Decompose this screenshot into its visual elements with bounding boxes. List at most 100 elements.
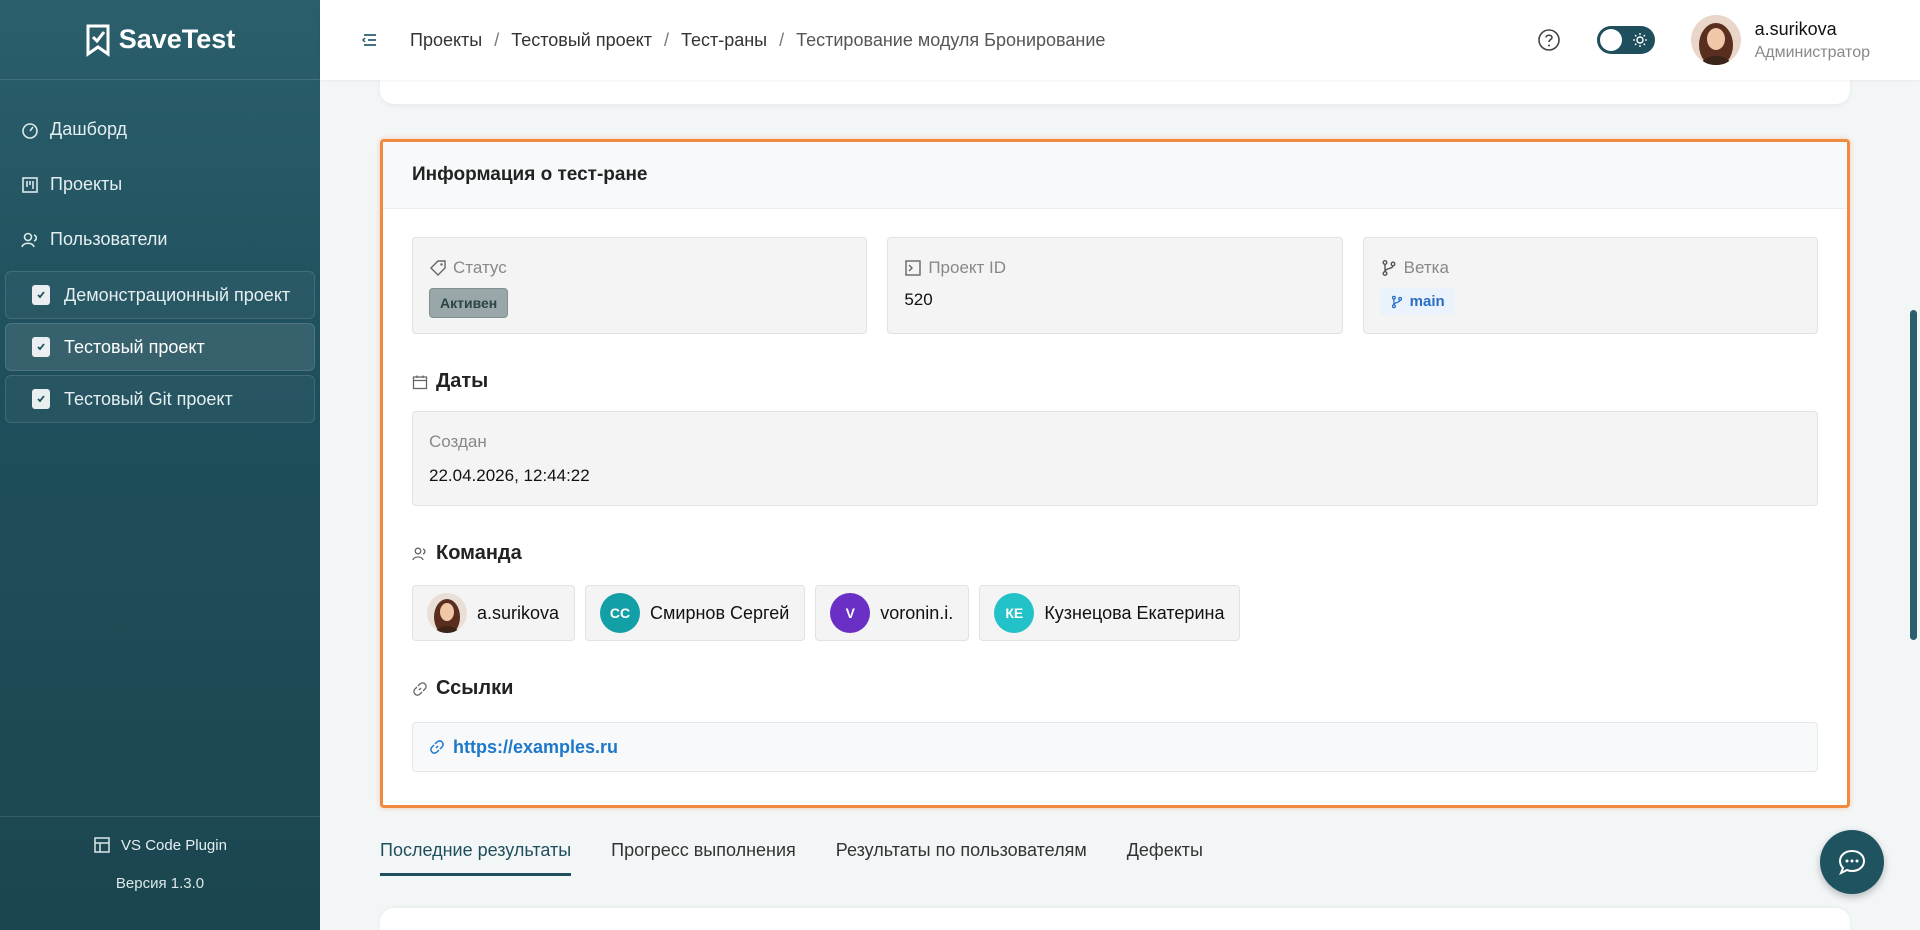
status-label-row: Статус bbox=[429, 258, 850, 278]
calendar-icon bbox=[412, 375, 428, 389]
projects-icon bbox=[22, 176, 38, 193]
help-icon[interactable] bbox=[1537, 28, 1561, 52]
breadcrumb: Проекты / Тестовый проект / Тест-раны / … bbox=[410, 30, 1105, 51]
dates-title: Даты bbox=[436, 370, 489, 392]
member-avatar: V bbox=[830, 593, 871, 633]
user-role: Администратор bbox=[1754, 43, 1870, 61]
project-icon bbox=[32, 389, 50, 409]
toggle-knob bbox=[1599, 29, 1622, 51]
project-item-demo[interactable]: Демонстрационный проект bbox=[5, 271, 315, 319]
external-link[interactable]: https://examples.ru bbox=[453, 737, 618, 758]
header-right: a.surikova Администратор bbox=[1537, 15, 1920, 65]
branch-label: Ветка bbox=[1403, 258, 1449, 277]
tag-icon bbox=[430, 260, 446, 276]
created-label: Создан bbox=[429, 432, 487, 451]
sidebar: SaveTest Дашборд Проекты Пользователи Де… bbox=[0, 0, 320, 930]
breadcrumb-projects[interactable]: Проекты bbox=[410, 30, 482, 51]
theme-toggle[interactable] bbox=[1596, 26, 1655, 54]
branch-label-row: Ветка bbox=[1380, 258, 1801, 278]
status-badge: Активен bbox=[429, 288, 509, 318]
breadcrumb-project[interactable]: Тестовый проект bbox=[511, 30, 652, 51]
nav-label: Пользователи bbox=[50, 229, 168, 249]
git-branch-icon bbox=[1391, 295, 1402, 308]
tab-defects[interactable]: Дефекты bbox=[1127, 840, 1203, 876]
branch-badge: main bbox=[1379, 288, 1455, 315]
logo-icon bbox=[86, 24, 110, 57]
team-title: Команда bbox=[436, 542, 522, 564]
project-id-tile: Проект ID 520 bbox=[887, 237, 1343, 334]
project-label: Тестовый проект bbox=[64, 336, 205, 357]
breadcrumb-testruns[interactable]: Тест-раны bbox=[681, 30, 767, 51]
testrun-info-card: Информация о тест-ране Статус Активен Пр… bbox=[380, 139, 1850, 808]
chat-button[interactable] bbox=[1820, 830, 1884, 894]
links-box: https://examples.ru bbox=[412, 722, 1818, 772]
breadcrumb-current: Тестирование модуля Бронирование bbox=[796, 29, 1106, 50]
branch-tile: Ветка main bbox=[1362, 237, 1818, 334]
nav-label: Проекты bbox=[50, 174, 123, 194]
status-label: Статус bbox=[453, 258, 507, 277]
results-card bbox=[380, 908, 1850, 930]
nav-label: Дашборд bbox=[50, 119, 128, 139]
vs-plugin-label: VS Code Plugin bbox=[121, 836, 227, 854]
main-nav: Дашборд Проекты Пользователи bbox=[0, 80, 320, 267]
dates-box: Создан 22.04.2026, 12:44:22 bbox=[412, 411, 1818, 506]
project-id-label-row: Проект ID bbox=[904, 258, 1325, 278]
team-member[interactable]: V voronin.i. bbox=[815, 585, 970, 641]
sidebar-footer: VS Code Plugin Версия 1.3.0 bbox=[0, 816, 320, 930]
project-item-git[interactable]: Тестовый Git проект bbox=[5, 375, 315, 423]
project-icon bbox=[32, 285, 50, 305]
status-tile: Статус Активен bbox=[412, 237, 868, 334]
info-tiles: Статус Активен Проект ID 520 Ветка main bbox=[412, 237, 1818, 334]
member-avatar: КЕ bbox=[994, 593, 1035, 633]
breadcrumb-separator: / bbox=[663, 29, 669, 50]
top-header: Проекты / Тестовый проект / Тест-раны / … bbox=[320, 0, 1920, 80]
users-icon bbox=[21, 232, 38, 247]
tab-user-results[interactable]: Результаты по пользователям bbox=[836, 840, 1087, 876]
team-member[interactable]: СС Смирнов Сергей bbox=[585, 585, 806, 641]
info-card-title: Информация о тест-ране bbox=[383, 142, 1847, 209]
nav-item-dashboard[interactable]: Дашборд bbox=[0, 102, 320, 157]
nav-item-users[interactable]: Пользователи bbox=[0, 212, 320, 267]
plugin-icon bbox=[94, 837, 110, 853]
project-id-label: Проект ID bbox=[928, 258, 1007, 277]
dates-section-title: Даты bbox=[412, 370, 1847, 393]
project-label: Демонстрационный проект bbox=[64, 284, 291, 305]
member-name: Смирнов Сергей bbox=[650, 602, 790, 623]
member-avatar bbox=[427, 593, 467, 633]
team-section-title: Команда bbox=[412, 542, 1847, 565]
user-name: a.surikova bbox=[1754, 18, 1837, 39]
user-info[interactable]: a.surikova Администратор bbox=[1755, 19, 1870, 62]
member-name: voronin.i. bbox=[880, 602, 954, 623]
sun-icon bbox=[1632, 33, 1647, 47]
menu-collapse-icon[interactable] bbox=[360, 30, 380, 50]
project-label: Тестовый Git проект bbox=[64, 388, 233, 409]
user-avatar[interactable] bbox=[1690, 15, 1741, 65]
links-title: Ссылки bbox=[436, 677, 514, 699]
chat-icon bbox=[1838, 849, 1866, 876]
member-avatar: СС bbox=[600, 593, 641, 633]
breadcrumb-separator: / bbox=[494, 29, 500, 50]
link-icon bbox=[430, 740, 444, 754]
users-icon bbox=[412, 547, 426, 560]
terminal-icon bbox=[905, 260, 922, 276]
team-list: a.surikova СС Смирнов Сергей V voronin.i… bbox=[412, 585, 1818, 641]
link-icon bbox=[413, 681, 427, 696]
project-list: Демонстрационный проект Тестовый проект … bbox=[0, 271, 320, 423]
git-branch-icon bbox=[1382, 260, 1396, 276]
results-tabs: Последние результаты Прогресс выполнения… bbox=[380, 840, 1203, 876]
page-scrollbar[interactable] bbox=[1910, 310, 1917, 640]
branch-value: main bbox=[1409, 293, 1445, 310]
app-name: SaveTest bbox=[118, 24, 236, 54]
created-value: 22.04.2026, 12:44:22 bbox=[429, 466, 590, 485]
dashboard-icon bbox=[22, 122, 38, 139]
breadcrumb-separator: / bbox=[779, 29, 785, 50]
team-member[interactable]: a.surikova bbox=[412, 585, 576, 641]
team-member[interactable]: КЕ Кузнецова Екатерина bbox=[979, 585, 1241, 641]
app-logo[interactable]: SaveTest bbox=[0, 0, 320, 80]
tab-progress[interactable]: Прогресс выполнения bbox=[611, 840, 796, 876]
member-name: Кузнецова Екатерина bbox=[1044, 602, 1225, 623]
vs-code-plugin-link[interactable]: VS Code Plugin bbox=[0, 817, 320, 873]
nav-item-projects[interactable]: Проекты bbox=[0, 157, 320, 212]
project-item-test[interactable]: Тестовый проект bbox=[5, 323, 315, 371]
tab-latest-results[interactable]: Последние результаты bbox=[380, 840, 572, 876]
